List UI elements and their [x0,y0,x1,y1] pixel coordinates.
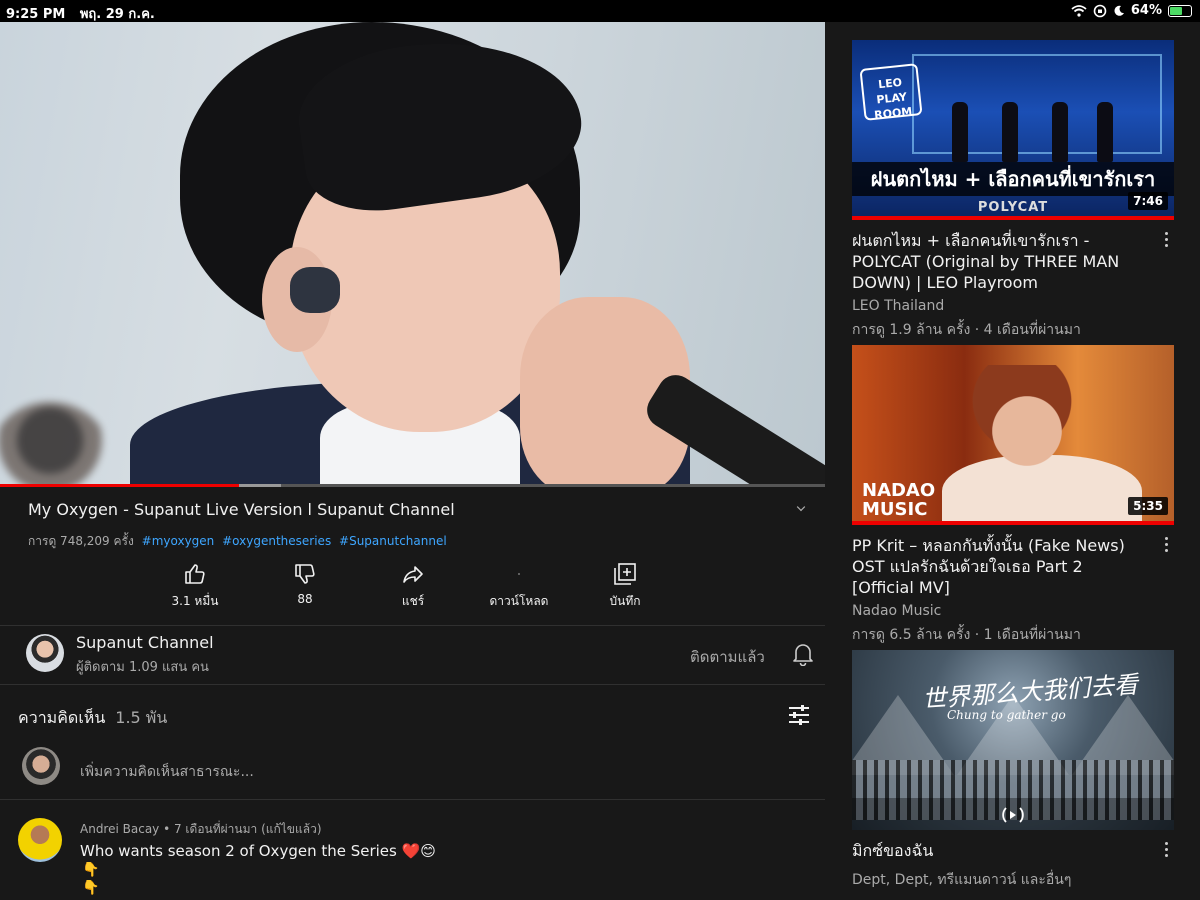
more-vert-icon[interactable] [1165,842,1169,860]
channel-avatar[interactable] [26,634,64,672]
related-video-title[interactable]: PP Krit – หลอกกันทั้งนั้น (Fake News) OS… [852,535,1148,598]
add-comment-input[interactable]: เพิ่มความคิดเห็นสาธารณะ... [80,761,254,783]
progress-buffered [239,484,281,487]
logo-text: NADAO [862,480,936,501]
band-member [1052,102,1068,162]
in-ear-monitor [290,267,340,313]
related-video-title[interactable]: ฝนตกไหม + เลือกคนที่เขารักเรา - POLYCAT … [852,230,1148,293]
hashtag-link[interactable]: #Supanutchannel [339,534,447,548]
user-avatar [22,747,60,785]
mix-thumbnail[interactable]: 世界那么大我们去看 Chung to gather go [852,650,1174,830]
sort-icon[interactable] [787,704,811,726]
save-label: บันทึก [609,594,641,608]
mix-channels: Dept, Dept, ทรีแมนดาวน์ และอื่นๆ [852,872,1072,888]
singer-face [972,365,1072,485]
comment-emoji-line: 👇 [82,862,100,878]
thumbnail-brand: POLYCAT [977,200,1049,215]
video-meta: การดู 748,209 ครั้ง #myoxygen #oxygenthe… [28,532,447,551]
divider [0,799,825,800]
thumbs-down-icon [295,564,315,584]
add-to-playlist-icon [614,563,636,585]
duration-badge: 5:35 [1128,497,1168,515]
wifi-icon [1071,4,1087,17]
watched-bar [852,216,1174,220]
share-label: แชร์ [401,594,425,608]
download-label: ดาวน์โหลด [489,594,549,608]
related-video-channel: Nadao Music [852,603,942,619]
view-count: การดู 748,209 ครั้ง [28,534,134,548]
share-button[interactable]: แชร์ [358,562,468,611]
stage-frame [912,54,1162,154]
duration-badge: 7:46 [1128,192,1168,210]
download-button[interactable]: ดาวน์โหลด [464,562,574,611]
orientation-lock-icon [1093,4,1107,17]
hashtag-link[interactable]: #myoxygen [142,534,215,548]
comments-title: ความคิดเห็น [18,708,106,727]
thumbnail-caption: ฝนตกไหม + เลือกคนที่เขารักเรา [852,162,1174,196]
more-vert-icon[interactable] [1165,537,1169,555]
video-title: My Oxygen - Supanut Live Version l Supan… [28,500,455,519]
channel-row[interactable]: Supanut Channel ผู้ติดตาม 1.09 แสน คน ติ… [0,626,825,684]
download-icon [518,573,520,575]
video-title-row[interactable]: My Oxygen - Supanut Live Version l Supan… [28,500,818,519]
comments-count: 1.5 พัน [115,708,168,727]
battery-percent: 64% [1130,3,1162,18]
related-video[interactable]: NADAO MUSIC 5:35 PP Krit – หลอกกันทั้งนั… [852,345,1174,645]
channel-name[interactable]: Supanut Channel [76,633,214,652]
related-video[interactable]: LEO PLAY ROOM ฝนตกไหม + เลือกคนที่เขารัก… [852,40,1174,340]
video-thumbnail[interactable]: LEO PLAY ROOM ฝนตกไหม + เลือกคนที่เขารัก… [852,40,1174,220]
dislike-button[interactable]: 88 [250,562,360,606]
video-progress-bar[interactable] [0,484,825,487]
subscribed-button[interactable]: ติดตามแล้ว [690,645,765,669]
share-icon [403,566,423,583]
band-member [952,102,968,162]
thumbs-up-icon [185,564,205,584]
video-player[interactable] [0,22,825,486]
mix-broadcast-icon [1002,807,1024,823]
mix-playlist[interactable]: 世界那么大我们去看 Chung to gather go มิกซ์ของฉัน… [852,650,1174,900]
related-video-channel: LEO Thailand [852,298,945,314]
nadao-music-logo: NADAO MUSIC [862,481,935,519]
comment-text: Who wants season 2 of Oxygen the Series … [80,842,436,860]
battery-charging-icon [1168,4,1192,17]
divider [0,684,825,685]
save-button[interactable]: บันทึก [570,562,680,611]
like-count: 3.1 หมื่น [171,594,219,608]
band-member [1002,102,1018,162]
related-video-meta: การดู 1.9 ล้าน ครั้ง · 4 เดือนที่ผ่านมา [852,322,1081,338]
more-vert-icon[interactable] [1165,232,1169,250]
background-person [0,402,110,486]
video-thumbnail[interactable]: NADAO MUSIC 5:35 [852,345,1174,525]
related-video-meta: การดู 6.5 ล้าน ครั้ง · 1 เดือนที่ผ่านมา [852,627,1081,643]
band-member [1097,102,1113,162]
action-bar: 3.1 หมื่น 88 แชร์ ดาวน์โหลด บันทึก [140,562,700,614]
watched-bar [852,521,1174,525]
like-button[interactable]: 3.1 หมื่น [140,562,250,611]
leo-playroom-logo: LEO PLAY ROOM [859,63,923,122]
comment-author: Andrei Bacay • 7 เดือนที่ผ่านมา (แก้ไขแล… [80,822,322,836]
comments-header[interactable]: ความคิดเห็น 1.5 พัน [18,706,167,731]
comment-emoji-line: 👇 [82,880,100,896]
hashtag-link[interactable]: #oxygentheseries [222,534,331,548]
status-date: พฤ. 29 ก.ค. [79,7,155,22]
commenter-avatar[interactable] [18,818,62,862]
mix-title[interactable]: มิกซ์ของฉัน [852,840,1148,861]
status-bar: 9:25 PM พฤ. 29 ก.ค. 64% [0,0,1200,22]
moon-icon [1114,5,1124,16]
bell-icon[interactable] [792,642,814,666]
thumbnail-subtitle: Chung to gather go [947,708,1066,722]
comment-item[interactable]: Andrei Bacay • 7 เดือนที่ผ่านมา (แก้ไขแล… [0,812,825,900]
status-time: 9:25 PM [6,7,66,22]
add-comment-row[interactable]: เพิ่มความคิดเห็นสาธารณะ... [0,745,825,799]
progress-played [0,484,240,487]
dislike-count: 88 [297,592,313,606]
subscriber-count: ผู้ติดตาม 1.09 แสน คน [76,660,209,675]
logo-text: MUSIC [862,499,928,520]
